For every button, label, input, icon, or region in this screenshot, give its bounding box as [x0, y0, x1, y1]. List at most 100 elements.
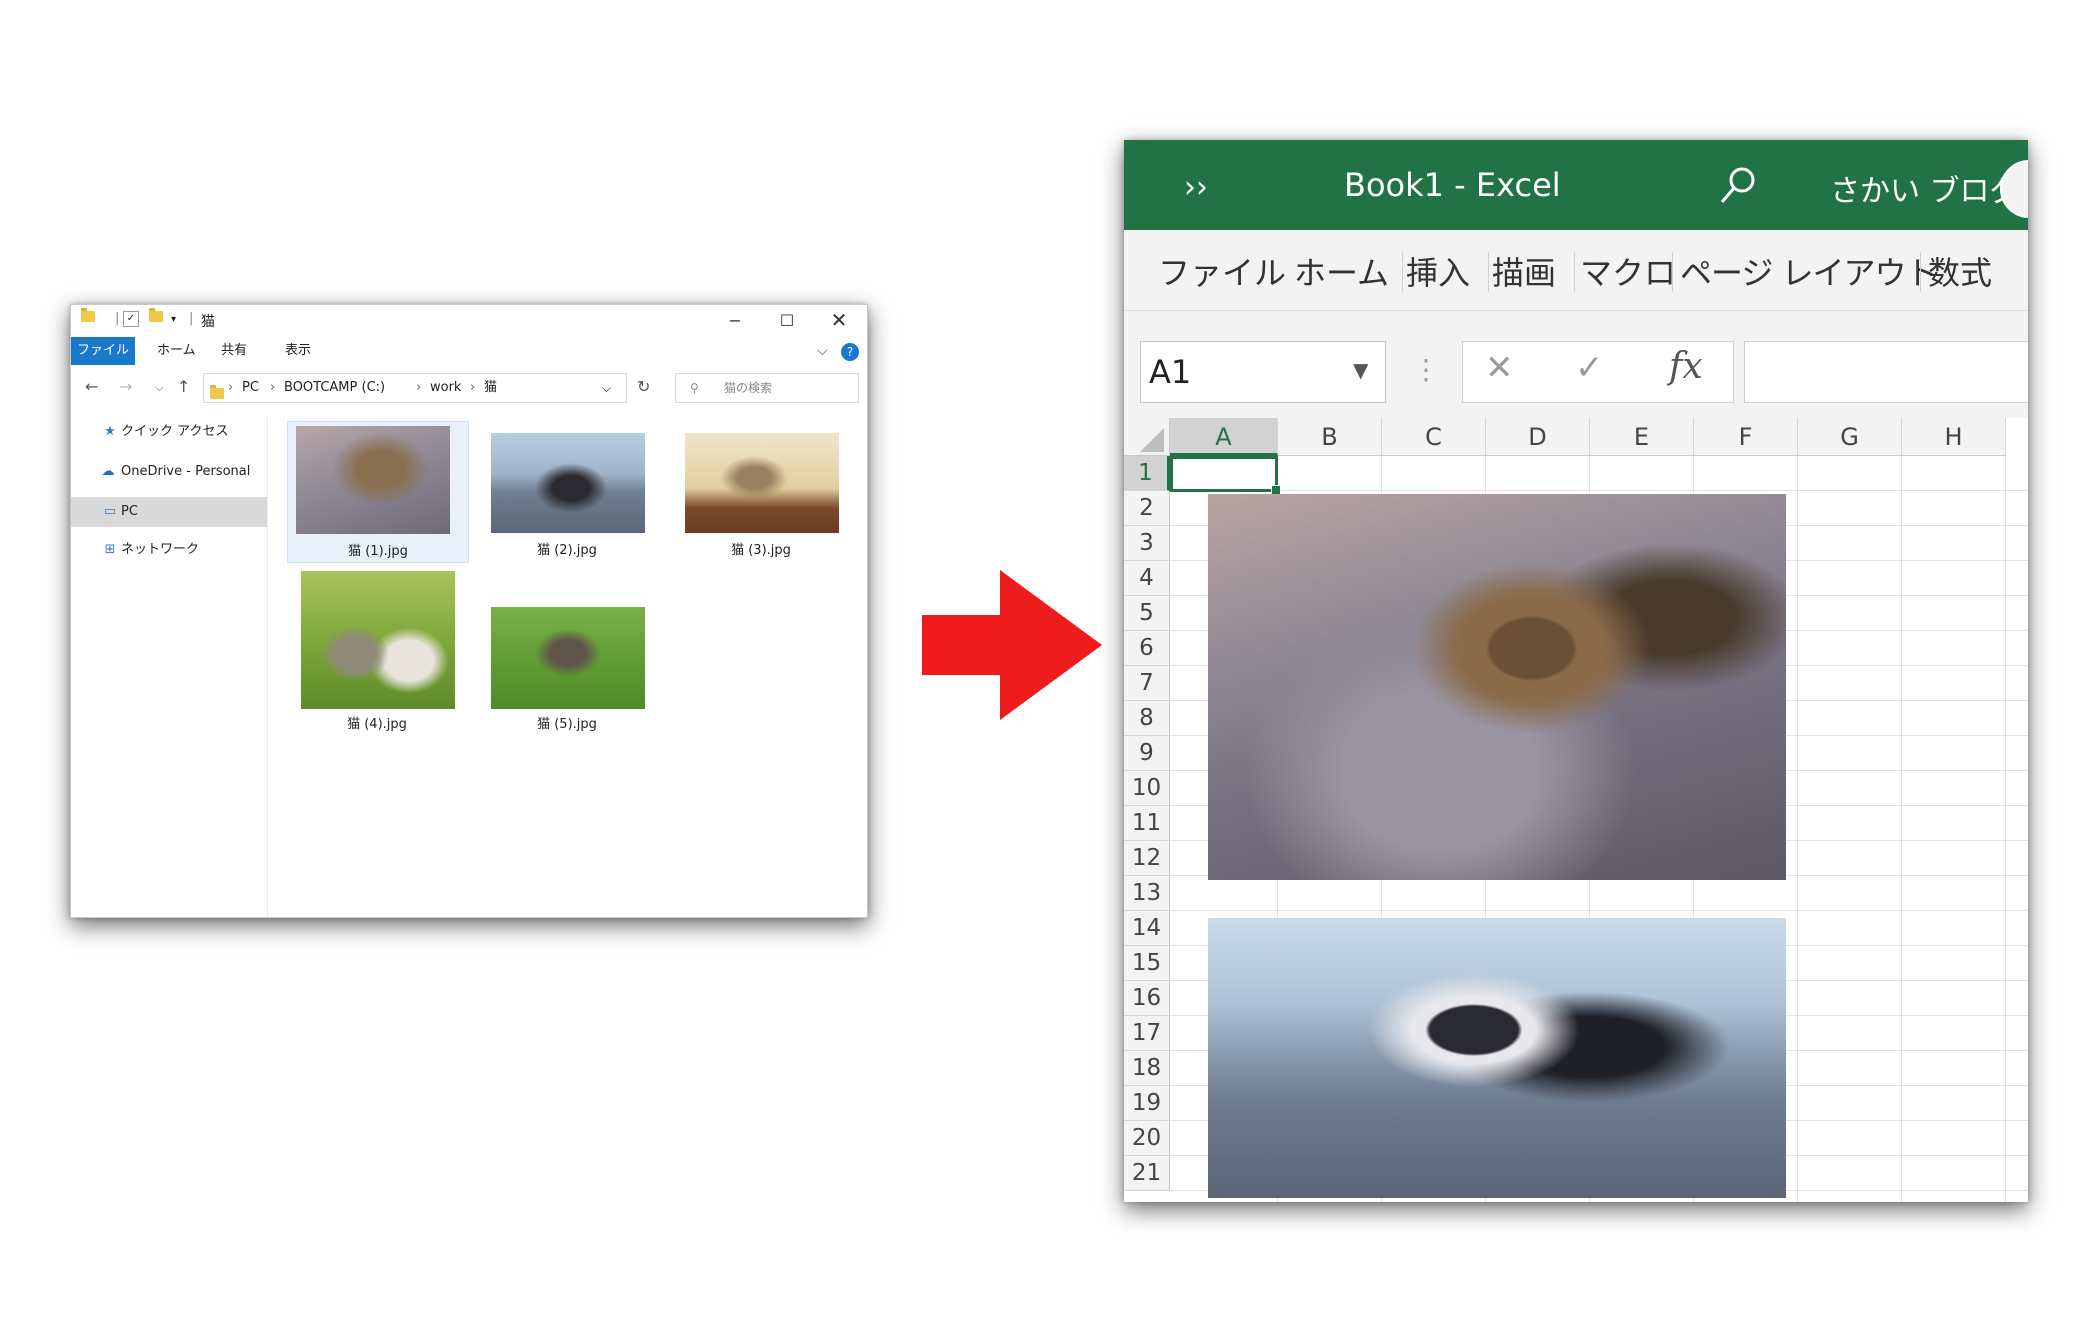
breadcrumb-pc[interactable]: PC: [242, 374, 259, 402]
grid-line: [2005, 456, 2006, 1202]
excel-window: ›› Book1 - Excel さかい ブログ ファイル ホーム 挿入 描画 …: [1124, 140, 2028, 1202]
tab-file[interactable]: ファイル: [71, 337, 135, 365]
file-item[interactable]: 猫 (2).jpg: [477, 421, 657, 561]
user-name[interactable]: さかい ブログ: [1830, 166, 2020, 210]
row-header-10[interactable]: 10: [1124, 771, 1170, 806]
minimize-button[interactable]: −: [709, 305, 761, 335]
row-header-1[interactable]: 1: [1124, 456, 1170, 491]
network-icon: ⊞: [104, 542, 116, 557]
file-item[interactable]: 猫 (5).jpg: [477, 567, 657, 737]
row-header-9[interactable]: 9: [1124, 736, 1170, 771]
row-header-20[interactable]: 20: [1124, 1121, 1170, 1156]
file-name: 猫 (2).jpg: [537, 543, 597, 558]
properties-icon[interactable]: ✓: [123, 311, 139, 327]
new-folder-icon[interactable]: [149, 308, 163, 327]
row-header-7[interactable]: 7: [1124, 666, 1170, 701]
row-header-17[interactable]: 17: [1124, 1016, 1170, 1051]
folder-icon: [210, 382, 224, 410]
quick-access-dropdown-icon[interactable]: ▾: [171, 314, 176, 330]
row-header-21[interactable]: 21: [1124, 1156, 1170, 1191]
nav-network[interactable]: ⊞ ネットワーク: [71, 535, 267, 565]
file-name: 猫 (5).jpg: [537, 717, 597, 732]
column-header-b[interactable]: B: [1278, 418, 1382, 456]
document-title: Book1 - Excel: [1344, 166, 1561, 204]
grid-line: [1797, 456, 1798, 1202]
excel-titlebar: ›› Book1 - Excel さかい ブログ: [1124, 140, 2028, 230]
close-button[interactable]: ✕: [813, 305, 865, 335]
column-header-c[interactable]: C: [1382, 418, 1486, 456]
column-header-g[interactable]: G: [1798, 418, 1902, 456]
formula-bar: A1 ▼ ⋮ ✕ ✓ fx: [1124, 310, 2028, 419]
grid-line: [1170, 490, 2028, 491]
row-header-4[interactable]: 4: [1124, 561, 1170, 596]
tab-home[interactable]: ホーム: [143, 337, 210, 365]
search-input[interactable]: ⚲ 猫の検索: [675, 373, 859, 403]
row-header-3[interactable]: 3: [1124, 526, 1170, 561]
row-header-18[interactable]: 18: [1124, 1051, 1170, 1086]
nav-quick-access[interactable]: ★ クイック アクセス: [71, 417, 267, 447]
row-header-14[interactable]: 14: [1124, 911, 1170, 946]
search-icon[interactable]: [1712, 162, 1762, 212]
breadcrumb-drive[interactable]: BOOTCAMP (C:): [284, 374, 385, 402]
maximize-button[interactable]: ☐: [761, 305, 813, 335]
nav-onedrive[interactable]: ☁ OneDrive - Personal: [71, 457, 267, 487]
row-header-15[interactable]: 15: [1124, 946, 1170, 981]
file-item[interactable]: 猫 (3).jpg: [671, 421, 851, 561]
more-options-icon[interactable]: ⋮: [1412, 353, 1440, 386]
help-icon[interactable]: ?: [841, 343, 859, 361]
breadcrumb-current[interactable]: 猫: [484, 374, 497, 402]
search-icon: ⚲: [690, 381, 699, 395]
column-header-e[interactable]: E: [1590, 418, 1694, 456]
nav-pc[interactable]: ▭ PC: [71, 497, 267, 527]
enter-icon[interactable]: ✓: [1575, 348, 1604, 388]
column-header-a[interactable]: A: [1170, 418, 1278, 456]
row-header-16[interactable]: 16: [1124, 981, 1170, 1016]
inserted-image[interactable]: [1208, 494, 1786, 880]
inserted-image[interactable]: [1208, 918, 1786, 1198]
tab-share[interactable]: 共有: [207, 337, 261, 365]
tab-page-layout[interactable]: ページ レイアウト: [1680, 248, 1938, 294]
select-all-button[interactable]: [1124, 418, 1170, 456]
row-header-8[interactable]: 8: [1124, 701, 1170, 736]
refresh-icon[interactable]: ↻: [637, 377, 650, 396]
tab-home[interactable]: ホーム: [1294, 248, 1389, 294]
row-header-19[interactable]: 19: [1124, 1086, 1170, 1121]
expand-ribbon-icon[interactable]: ⌵: [817, 343, 828, 359]
insert-function-icon[interactable]: fx: [1669, 346, 1703, 387]
recent-locations-icon[interactable]: ⌵: [155, 381, 163, 395]
chevron-right-icon[interactable]: ››: [1184, 170, 1208, 205]
cancel-icon[interactable]: ✕: [1485, 348, 1514, 388]
address-bar-row: ← → ⌵ ↑ › PC › BOOTCAMP (C:) › work › 猫 …: [71, 365, 867, 409]
cloud-icon: ☁: [101, 464, 115, 479]
formula-input[interactable]: [1744, 341, 2028, 403]
row-header-12[interactable]: 12: [1124, 841, 1170, 876]
file-item[interactable]: 猫 (4).jpg: [287, 567, 467, 737]
chevron-down-icon[interactable]: ▼: [1353, 340, 1368, 400]
window-title: 猫: [201, 314, 215, 330]
column-header-h[interactable]: H: [1902, 418, 2006, 456]
row-header-2[interactable]: 2: [1124, 491, 1170, 526]
navigation-pane: ★ クイック アクセス ☁ OneDrive - Personal ▭ PC ⊞…: [71, 417, 268, 917]
tab-insert[interactable]: 挿入: [1406, 248, 1470, 294]
row-header-5[interactable]: 5: [1124, 596, 1170, 631]
name-box[interactable]: A1 ▼: [1140, 341, 1386, 403]
address-box[interactable]: › PC › BOOTCAMP (C:) › work › 猫 ⌵: [203, 373, 627, 403]
up-arrow-icon[interactable]: ↑: [177, 377, 190, 396]
row-header-13[interactable]: 13: [1124, 876, 1170, 911]
row-header-11[interactable]: 11: [1124, 806, 1170, 841]
column-header-d[interactable]: D: [1486, 418, 1590, 456]
tab-macro[interactable]: マクロ: [1580, 248, 1676, 294]
tab-view[interactable]: 表示: [271, 337, 325, 365]
row-header-6[interactable]: 6: [1124, 631, 1170, 666]
back-arrow-icon[interactable]: ←: [85, 377, 98, 396]
folder-icon: [81, 308, 95, 327]
tab-formulas[interactable]: 数式: [1928, 248, 1992, 294]
tab-file[interactable]: ファイル: [1158, 248, 1286, 294]
tab-draw[interactable]: 描画: [1492, 248, 1556, 294]
file-item[interactable]: 猫 (1).jpg: [287, 421, 469, 563]
forward-arrow-icon[interactable]: →: [119, 377, 132, 396]
address-dropdown-icon[interactable]: ⌵: [602, 374, 611, 402]
column-header-f[interactable]: F: [1694, 418, 1798, 456]
breadcrumb-work[interactable]: work: [430, 374, 461, 402]
active-cell-a1[interactable]: [1170, 456, 1281, 495]
